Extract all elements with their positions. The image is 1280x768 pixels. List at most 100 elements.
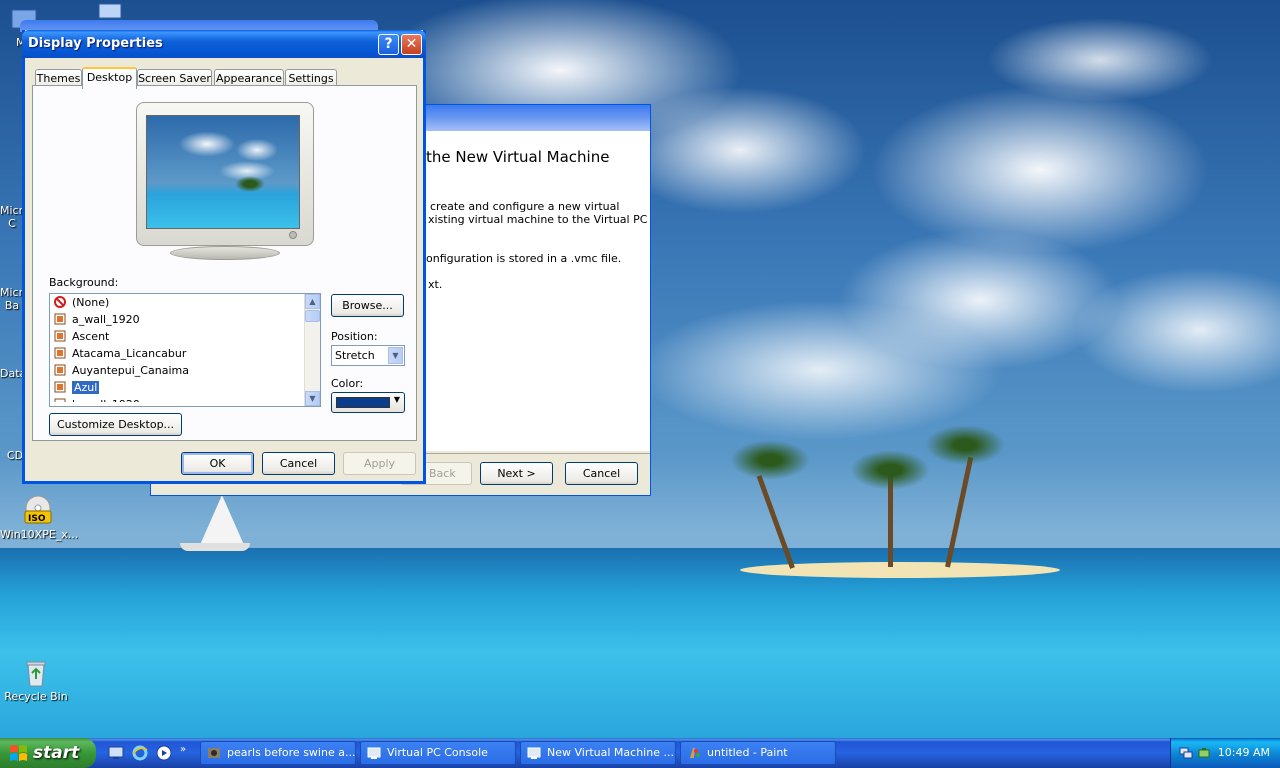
desktop-icon-win10xpe-iso[interactable]: ISO Win10XPE_x... [0, 494, 79, 541]
wallpaper-sea [0, 548, 1280, 738]
monitor-stand [170, 246, 280, 260]
image-file-icon [54, 398, 66, 402]
taskbar: start » pearls before swine a... Virtual… [0, 738, 1280, 768]
none-icon [54, 296, 66, 308]
list-item-label: b_wall_1920 [72, 398, 140, 402]
close-icon: ✕ [405, 36, 418, 52]
wizard-text-2: xisting virtual machine to the Virtual P… [428, 213, 648, 226]
task-label: New Virtual Machine ... [547, 746, 674, 759]
wizard-heading: the New Virtual Machine [426, 148, 610, 166]
system-tray: 10:49 AM [1170, 738, 1280, 768]
monitor-power-light [289, 231, 297, 239]
list-item-selected[interactable]: Azul [50, 379, 320, 396]
desktop-icon-microsoft-2[interactable]: Micro Ba [0, 286, 30, 312]
internet-explorer-icon[interactable] [132, 745, 148, 761]
chevron-down-icon: ▼ [393, 395, 400, 404]
palm-leaves [850, 450, 930, 490]
cancel-button[interactable]: Cancel [262, 452, 335, 475]
task-pearls-before-swine[interactable]: pearls before swine a... [200, 741, 356, 765]
close-button[interactable]: ✕ [401, 34, 422, 55]
task-new-virtual-machine[interactable]: New Virtual Machine ... [520, 741, 676, 765]
start-button[interactable]: start [0, 738, 96, 768]
desktop-icon-microsoft-1[interactable]: Micro C [0, 204, 30, 230]
scroll-up-button[interactable]: ▲ [305, 294, 320, 309]
list-scrollbar[interactable]: ▲ ▼ [304, 294, 320, 406]
desktop-icon-label: Ba [4, 299, 20, 312]
help-icon: ? [384, 36, 393, 52]
position-value: Stretch [335, 349, 375, 362]
image-file-icon [54, 347, 66, 359]
wizard-text-3: onfiguration is stored in a .vmc file. [426, 252, 622, 265]
list-item-label: a_wall_1920 [72, 313, 140, 326]
color-label: Color: [331, 377, 364, 390]
color-swatch [336, 397, 390, 408]
list-item-label: Atacama_Licancabur [72, 347, 187, 360]
list-item-label: Azul [72, 381, 100, 394]
browse-button[interactable]: Browse... [331, 294, 404, 317]
list-item[interactable]: Ascent [50, 328, 320, 345]
monitor-preview [136, 102, 314, 246]
computer-icon [98, 3, 122, 19]
desktop-icon-label: CD [6, 449, 24, 462]
scroll-thumb[interactable] [305, 310, 320, 322]
media-player-icon[interactable] [156, 745, 172, 761]
clock[interactable]: 10:49 AM [1218, 738, 1270, 768]
recycle-bin-icon [26, 661, 46, 687]
sailboat-sail [200, 495, 244, 545]
apply-button[interactable]: Apply [343, 452, 416, 475]
task-paint[interactable]: untitled - Paint [680, 741, 836, 765]
desktop-icon-label: Win10XPE_x... [0, 528, 79, 541]
next-button[interactable]: Next > [480, 462, 553, 485]
wallpaper-preview [146, 115, 300, 229]
wizard-text-1: create and configure a new virtual [430, 200, 620, 213]
list-item-label: Ascent [72, 330, 110, 343]
safely-remove-hardware-icon[interactable] [1197, 746, 1211, 760]
list-item[interactable]: a_wall_1920 [50, 311, 320, 328]
sailboat-hull [180, 543, 250, 551]
windows-logo-icon [10, 745, 27, 761]
list-item[interactable]: (None) [50, 294, 320, 311]
desktop-icon-recycle-bin[interactable]: Recycle Bin [2, 658, 70, 703]
display-properties-window[interactable]: Display Properties ? ✕ Themes Desktop Sc… [22, 30, 426, 484]
desktop-icon-data[interactable]: Data [0, 367, 26, 380]
image-file-icon [54, 313, 66, 325]
help-button[interactable]: ? [378, 34, 399, 55]
desktop-icon-label: C [8, 217, 16, 230]
chevron-down-icon[interactable]: ▼ [388, 347, 403, 364]
list-item-label: Auyantepui_Canaima [72, 364, 189, 377]
task-label: untitled - Paint [707, 746, 788, 759]
list-item[interactable]: Auyantepui_Canaima [50, 362, 320, 379]
scroll-down-button[interactable]: ▼ [305, 391, 320, 406]
customize-desktop-button[interactable]: Customize Desktop... [49, 413, 182, 436]
position-label: Position: [331, 330, 378, 343]
image-file-icon [54, 364, 66, 376]
browser-icon [208, 748, 220, 758]
desktop-icon-label: Recycle Bin [4, 690, 68, 703]
display-properties-titlebar[interactable]: Display Properties ? ✕ [22, 30, 426, 58]
list-item-label: (None) [72, 296, 110, 309]
tab-desktop[interactable]: Desktop [82, 67, 137, 89]
wizard-cancel-button[interactable]: Cancel [565, 462, 638, 485]
quick-launch-more-icon[interactable]: » [180, 744, 186, 755]
paint-icon [690, 748, 700, 758]
preview-palms [235, 176, 265, 192]
task-label: Virtual PC Console [387, 746, 488, 759]
position-select[interactable]: Stretch ▼ [331, 345, 405, 366]
show-desktop-icon[interactable] [108, 745, 124, 761]
virtual-pc-icon [367, 747, 381, 759]
palm-leaves [730, 440, 810, 480]
task-label: pearls before swine a... [227, 746, 356, 759]
color-picker-button[interactable]: ▼ [331, 392, 405, 413]
palm-leaves [925, 425, 1005, 465]
background-label: Background: [49, 276, 119, 289]
image-file-icon [54, 330, 66, 342]
wizard-text-4: xt. [428, 278, 443, 291]
list-item[interactable]: b_wall_1920 [50, 396, 320, 402]
ok-button[interactable]: OK [181, 452, 254, 475]
image-file-icon [54, 381, 66, 393]
list-item[interactable]: Atacama_Licancabur [50, 345, 320, 362]
start-label: start [33, 743, 80, 763]
task-virtual-pc-console[interactable]: Virtual PC Console [360, 741, 516, 765]
network-icon[interactable] [1179, 746, 1193, 760]
background-list[interactable]: (None) a_wall_1920 Ascent Atacama_Licanc… [49, 293, 321, 407]
